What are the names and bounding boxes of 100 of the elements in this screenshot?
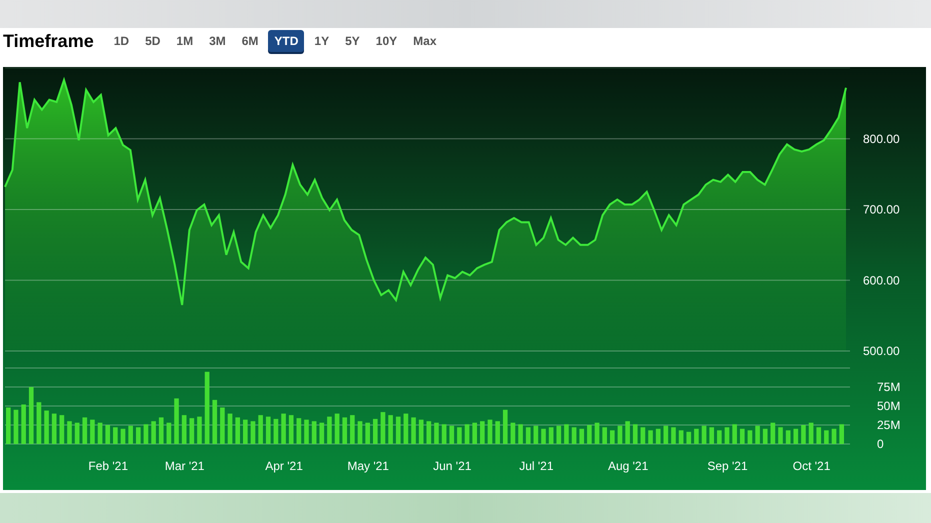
axis-label: 0: [877, 437, 884, 451]
axis-label: 600.00: [863, 273, 900, 288]
volume-bar: [174, 398, 179, 444]
volume-bar: [220, 408, 225, 444]
volume-bar: [748, 430, 752, 444]
axis-label: Sep '21: [707, 459, 748, 473]
volume-bar: [235, 417, 240, 444]
volume-bar: [312, 421, 316, 444]
volume-bar: [388, 415, 393, 444]
volume-bar: [411, 417, 416, 444]
volume-bar: [281, 414, 286, 444]
volume-bar: [358, 421, 362, 444]
volume-bar: [418, 420, 424, 444]
volume-bar: [534, 426, 538, 444]
axis-label: 800.00: [863, 132, 900, 146]
volume-bar: [502, 410, 508, 444]
timeframe-tab[interactable]: 10Y: [370, 30, 404, 52]
volume-bar: [594, 422, 600, 444]
volume-bar: [457, 427, 462, 444]
volume-bar: [258, 415, 263, 444]
volume-bar: [28, 387, 34, 444]
volume-bar: [610, 430, 615, 444]
volume-bar: [380, 412, 386, 444]
volume-bar: [602, 427, 607, 444]
volume-bar: [14, 410, 18, 444]
volume-bar: [67, 421, 72, 444]
volume-bar: [548, 427, 554, 444]
volume-bar: [212, 400, 218, 444]
volume-bar: [98, 422, 102, 444]
volume-bar: [464, 424, 470, 444]
volume-bar: [120, 428, 126, 444]
volume-bar: [572, 427, 576, 444]
volume-bar: [648, 430, 653, 444]
volume-bar: [342, 417, 348, 444]
axis-label: 75M: [877, 380, 900, 394]
volume-bar: [60, 415, 64, 444]
volume-bar: [824, 430, 829, 444]
volume-bar: [105, 425, 110, 444]
volume-bar: [90, 420, 95, 444]
volume-bar: [632, 424, 638, 444]
volume-bar: [640, 427, 646, 444]
volume-bar: [144, 424, 148, 444]
volume-bar: [732, 424, 737, 444]
timeframe-tab[interactable]: 6M: [236, 30, 264, 52]
volume-bar: [396, 416, 401, 444]
volume-bar: [52, 414, 57, 444]
volume-bar: [274, 418, 278, 444]
volume-bar: [686, 432, 692, 444]
volume-bar: [304, 420, 309, 444]
volume-bar: [839, 424, 844, 444]
timeframe-tab[interactable]: 1M: [170, 30, 200, 52]
volume-bar: [625, 421, 630, 444]
volume-bar: [74, 422, 80, 444]
volume-bar: [197, 416, 202, 444]
volume-bar: [82, 417, 88, 444]
volume-bar: [166, 422, 172, 444]
volume-bar: [334, 414, 340, 444]
volume-bar: [449, 426, 454, 444]
volume-bar: [564, 424, 569, 444]
volume-bar: [656, 428, 660, 444]
volume-bar: [434, 422, 439, 444]
axis-label: 500.00: [863, 344, 900, 358]
volume-bar: [327, 416, 332, 444]
volume-bar: [404, 414, 408, 444]
volume-bar: [158, 417, 164, 444]
volume-bar: [288, 415, 294, 444]
volume-bar: [808, 422, 814, 444]
axis-label: May '21: [347, 459, 389, 473]
volume-bar: [44, 410, 49, 444]
timeframe-tab[interactable]: 3M: [203, 30, 232, 52]
axis-label: 700.00: [863, 202, 900, 216]
volume-bar: [793, 428, 798, 444]
volume-bar: [372, 418, 378, 444]
volume-bar: [228, 414, 232, 444]
volume-bar: [128, 426, 133, 444]
volume-bar: [678, 430, 684, 444]
volume-bar: [350, 415, 355, 444]
timeframe-tab[interactable]: 1D: [108, 30, 136, 52]
volume-bar: [365, 422, 370, 444]
volume-bar: [816, 427, 822, 444]
volume-bar: [266, 416, 271, 444]
axis-label: 50M: [877, 399, 900, 413]
timeframe-tab[interactable]: 5Y: [339, 30, 366, 52]
timeframe-title: Timeframe: [3, 30, 94, 52]
axis-label: 25M: [877, 418, 900, 432]
volume-bar: [724, 427, 730, 444]
timeframe-tab[interactable]: 5D: [139, 30, 166, 52]
volume-bar: [671, 427, 676, 444]
volume-bar: [518, 424, 523, 444]
volume-bar: [182, 415, 186, 444]
volume-bar: [579, 428, 584, 444]
volume-bar: [786, 430, 790, 444]
volume-bar: [21, 404, 26, 444]
volume-bar: [6, 408, 11, 444]
timeframe-tab[interactable]: Max: [407, 30, 442, 52]
timeframe-tab[interactable]: 1Y: [308, 30, 336, 52]
volume-bar: [587, 425, 592, 444]
timeframe-tab[interactable]: YTD: [268, 30, 304, 52]
volume-bar: [709, 427, 714, 444]
volume-bar: [762, 428, 768, 444]
